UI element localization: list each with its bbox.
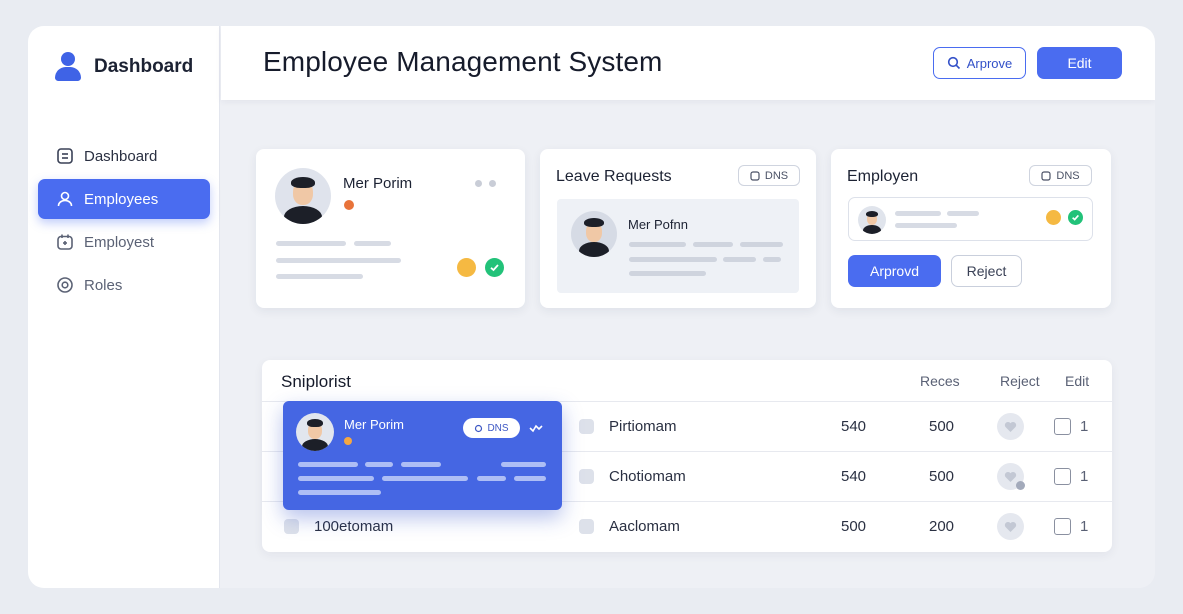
calendar-icon	[57, 234, 73, 250]
row-value-1: 540	[841, 418, 867, 435]
list-icon	[57, 148, 73, 164]
table-title: Sniplorist	[281, 372, 351, 391]
heart-icon[interactable]	[997, 413, 1024, 440]
status-dot	[344, 437, 352, 445]
leave-request-item[interactable]: Mer Pofnn	[557, 199, 799, 293]
column-header-reces[interactable]: Reces	[920, 373, 960, 389]
sidebar-nav: Dashboard Employees Employest Roles	[38, 136, 210, 308]
reject-button[interactable]: Reject	[951, 255, 1022, 287]
app-window: Dashboard Dashboard Employees Employest …	[28, 26, 1155, 588]
notification-dot	[1016, 481, 1025, 490]
edit-button[interactable]: Edit	[1037, 47, 1122, 79]
link-icon	[475, 424, 483, 432]
chevron-icon[interactable]	[529, 423, 543, 433]
employee-name: Mer Porim	[343, 175, 413, 192]
row-count: 1	[1080, 468, 1089, 485]
avatar	[858, 206, 886, 234]
row-select-box[interactable]	[284, 519, 299, 534]
brand[interactable]: Dashboard	[54, 52, 193, 82]
tag-label: DNS	[1056, 169, 1080, 182]
sidebar-item-employest[interactable]: Employest	[38, 222, 210, 262]
row-value-1: 500	[841, 518, 867, 535]
top-header: Employee Management System Arprove Edit	[221, 26, 1155, 100]
row-value-2: 500	[929, 418, 955, 435]
employee-name: Mer Pofnn	[628, 217, 688, 232]
employee-list-item[interactable]	[848, 197, 1093, 241]
row-value-2: 500	[929, 468, 955, 485]
window-icon	[1041, 170, 1051, 181]
profile-card[interactable]: Mer Porim	[256, 149, 525, 308]
row-value-1: 540	[841, 468, 867, 485]
more-icon-dot	[489, 180, 496, 187]
sidebar-item-dashboard[interactable]: Dashboard	[38, 136, 210, 176]
column-header-reject[interactable]: Reject	[1000, 373, 1040, 389]
more-icon[interactable]	[475, 180, 482, 187]
row-name: Chotiomam	[609, 468, 686, 485]
pending-status-dot	[1046, 210, 1061, 225]
reject-button-label: Reject	[966, 263, 1007, 279]
approve-button[interactable]: Arprovd	[848, 255, 941, 287]
row-select-box[interactable]	[579, 469, 594, 484]
shield-icon	[57, 277, 73, 293]
heart-icon[interactable]	[997, 513, 1024, 540]
tag-label: DNS	[487, 422, 509, 434]
avatar	[275, 168, 331, 224]
employee-popup-card[interactable]: Mer Porim DNS	[283, 401, 562, 510]
approve-button-label: Arprove	[966, 55, 1013, 71]
row-count: 1	[1080, 518, 1089, 535]
avatar	[296, 413, 334, 451]
approve-button[interactable]: Arprove	[933, 47, 1026, 79]
row-checkbox[interactable]	[1054, 418, 1071, 435]
check-icon	[1068, 210, 1083, 225]
employee-card: Employen DNS Arprovd Reject	[831, 149, 1111, 308]
avatar	[571, 211, 617, 257]
sidebar-item-label: Employest	[84, 233, 155, 251]
sidebar-item-label: Dashboard	[84, 147, 158, 165]
sidebar-item-roles[interactable]: Roles	[38, 265, 210, 305]
row-value-2: 200	[929, 518, 955, 535]
search-icon	[947, 56, 960, 70]
row-name: Aaclomam	[609, 518, 680, 535]
user-icon	[57, 191, 73, 207]
sidebar: Dashboard Dashboard Employees Employest …	[28, 26, 220, 588]
row-checkbox[interactable]	[1054, 468, 1071, 485]
row-count: 1	[1080, 418, 1089, 435]
dns-tag[interactable]: DNS	[463, 418, 520, 438]
window-icon	[750, 170, 760, 181]
heart-icon[interactable]	[997, 463, 1025, 490]
sidebar-item-label: Roles	[84, 276, 123, 294]
status-dot	[344, 200, 354, 210]
row-checkbox[interactable]	[1054, 518, 1071, 535]
sidebar-item-label: Employees	[84, 190, 159, 208]
row-name: Pirtiomam	[609, 418, 677, 435]
edit-button-label: Edit	[1067, 55, 1092, 71]
pending-status-dot	[457, 258, 476, 277]
page-title: Employee Management System	[263, 46, 663, 77]
row-select-box[interactable]	[579, 519, 594, 534]
card-title: Leave Requests	[556, 168, 672, 185]
approve-button-label: Arprovd	[869, 263, 920, 279]
row-select-box[interactable]	[579, 419, 594, 434]
column-header-edit[interactable]: Edit	[1065, 373, 1089, 389]
tag-label: DNS	[764, 169, 789, 182]
card-title: Employen	[847, 168, 919, 185]
leave-requests-card: Leave Requests DNS Mer Pofnn	[540, 149, 816, 308]
user-icon	[54, 52, 82, 82]
check-icon	[485, 258, 504, 277]
row-left-label: 100etomam	[314, 518, 394, 535]
dns-tag[interactable]: DNS	[1029, 165, 1092, 186]
employee-name: Mer Porim	[344, 417, 404, 432]
dns-tag[interactable]: DNS	[738, 165, 800, 186]
sidebar-item-employees[interactable]: Employees	[38, 179, 210, 219]
brand-label: Dashboard	[94, 56, 194, 77]
